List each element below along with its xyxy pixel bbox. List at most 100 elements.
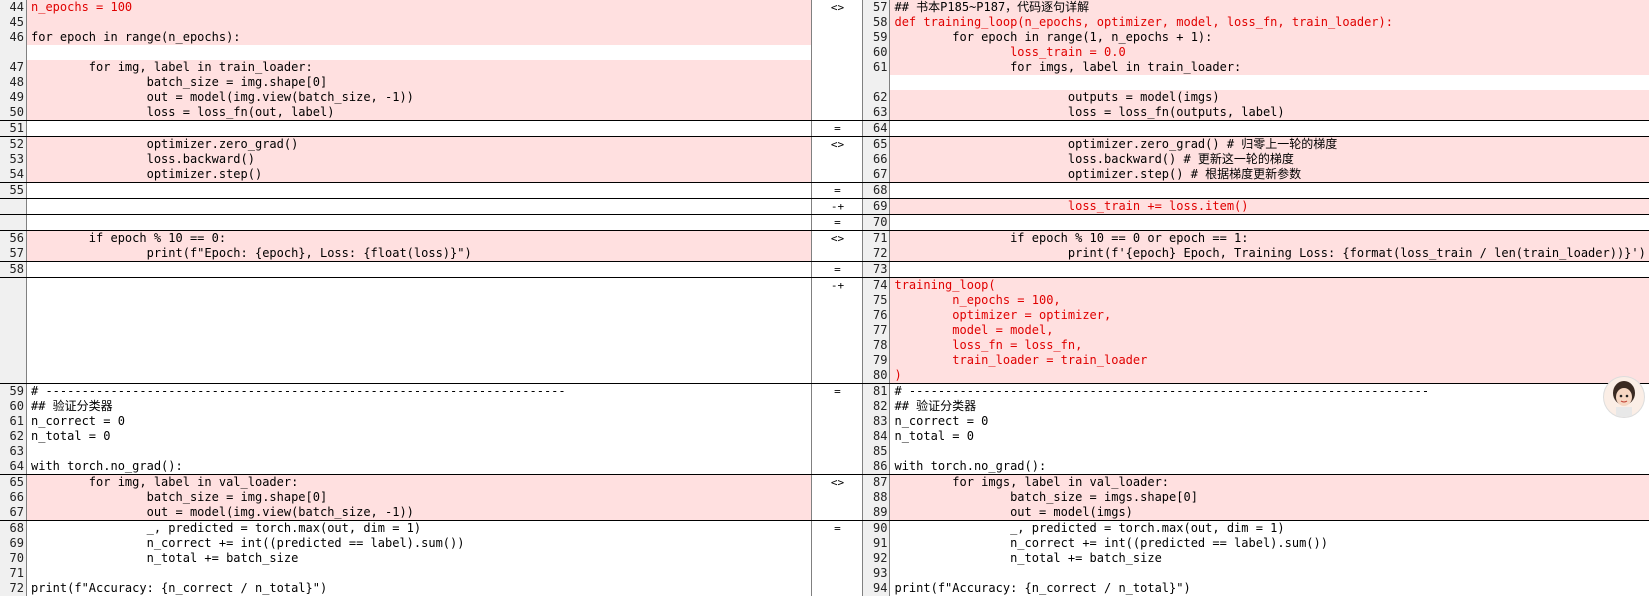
diff-marker[interactable] — [811, 75, 864, 90]
code-line[interactable]: print(f"Epoch: {epoch}, Loss: {float(los… — [27, 246, 812, 261]
code-line[interactable]: print(f"Accuracy: {n_correct / n_total}"… — [27, 581, 811, 596]
left-pane-line[interactable]: 65 for img, label in val_loader: — [0, 475, 812, 490]
diff-marker[interactable] — [811, 30, 864, 45]
diff-marker[interactable] — [811, 90, 864, 105]
left-pane-line[interactable]: 52 optimizer.zero_grad() — [0, 137, 812, 152]
left-pane-line[interactable]: 49 out = model(img.view(batch_size, -1)) — [0, 90, 812, 105]
left-pane-line[interactable]: 51 — [0, 121, 811, 136]
right-pane-line[interactable]: 94 print(f"Accuracy: {n_correct / n_total… — [863, 581, 1649, 596]
diff-marker[interactable] — [811, 399, 864, 414]
right-pane-line[interactable]: 67 optimizer.step() # 根据梯度更新参数 — [863, 167, 1649, 182]
diff-marker[interactable] — [811, 308, 864, 323]
left-pane-line[interactable]: 70 n_total += batch_size — [0, 551, 811, 566]
diff-marker[interactable]: <> — [811, 0, 864, 15]
code-line[interactable]: n_total = 0 — [27, 429, 811, 444]
code-line[interactable]: ) — [890, 368, 1649, 383]
code-line[interactable]: for img, label in val_loader: — [27, 475, 812, 490]
assistant-avatar-icon[interactable] — [1603, 376, 1645, 418]
left-pane-line[interactable]: 46 for epoch in range(n_epochs): — [0, 30, 812, 45]
left-pane-line[interactable] — [0, 199, 812, 214]
code-line[interactable] — [890, 121, 1649, 136]
code-line[interactable]: def training_loop(n_epochs, optimizer, m… — [890, 15, 1649, 30]
code-line[interactable]: for epoch in range(1, n_epochs + 1): — [890, 30, 1649, 45]
left-pane-line[interactable] — [0, 338, 812, 353]
right-pane-line[interactable]: 88 batch_size = imgs.shape[0] — [863, 490, 1649, 505]
diff-marker[interactable]: -+ — [811, 199, 864, 214]
diff-marker[interactable] — [811, 581, 864, 596]
right-pane-line[interactable]: 64 — [863, 121, 1649, 136]
diff-marker[interactable]: = — [811, 215, 864, 230]
code-line[interactable]: n_correct = 0 — [27, 414, 811, 429]
right-pane-line[interactable]: 63 loss = loss_fn(outputs, label) — [863, 105, 1649, 120]
right-pane-line[interactable]: 58 def training_loop(n_epochs, optimizer,… — [863, 15, 1649, 30]
code-line[interactable]: optimizer.zero_grad() — [27, 137, 812, 152]
code-line[interactable]: training_loop( — [890, 278, 1649, 293]
left-pane-line[interactable] — [0, 308, 812, 323]
left-pane-line[interactable]: 44 n_epochs = 100 — [0, 0, 812, 15]
diff-marker[interactable] — [811, 505, 864, 520]
right-pane-line[interactable]: 78 loss_fn = loss_fn, — [863, 338, 1649, 353]
code-line[interactable]: print(f"Accuracy: {n_correct / n_total}"… — [890, 581, 1649, 596]
code-line[interactable]: optimizer = optimizer, — [890, 308, 1649, 323]
diff-marker[interactable] — [811, 338, 864, 353]
right-pane-line[interactable]: 61 for imgs, label in train_loader: — [863, 60, 1649, 75]
diff-marker[interactable]: <> — [811, 137, 864, 152]
diff-marker[interactable] — [811, 152, 864, 167]
left-pane-line[interactable]: 64 with torch.no_grad(): — [0, 459, 811, 474]
left-pane-line[interactable]: 53 loss.backward() — [0, 152, 812, 167]
diff-marker[interactable] — [811, 490, 864, 505]
right-pane-line[interactable]: 80) — [863, 368, 1649, 383]
code-line[interactable] — [27, 45, 811, 60]
code-line[interactable]: batch_size = imgs.shape[0] — [890, 490, 1649, 505]
code-line[interactable]: # --------------------------------------… — [890, 384, 1649, 399]
code-line[interactable]: n_epochs = 100 — [27, 0, 812, 15]
left-pane-line[interactable]: 59 # ------------------------------------… — [0, 384, 811, 399]
left-pane-line[interactable]: 48 batch_size = img.shape[0] — [0, 75, 812, 90]
diff-marker[interactable] — [811, 551, 864, 566]
right-pane-line[interactable]: 66 loss.backward() # 更新这一轮的梯度 — [863, 152, 1649, 167]
code-line[interactable] — [27, 353, 812, 368]
code-line[interactable]: _, predicted = torch.max(out, dim = 1) — [890, 521, 1649, 536]
right-pane-line[interactable]: 90 _, predicted = torch.max(out, dim = 1… — [863, 521, 1649, 536]
left-pane-line[interactable]: 62 n_total = 0 — [0, 429, 811, 444]
right-pane-line[interactable]: 79 train_loader = train_loader — [863, 353, 1649, 368]
code-line[interactable] — [27, 262, 811, 277]
code-line[interactable]: loss_train += loss.item() — [890, 199, 1649, 214]
code-line[interactable] — [27, 323, 812, 338]
code-line[interactable] — [27, 215, 812, 230]
code-line[interactable]: optimizer.zero_grad() # 归零上一轮的梯度 — [890, 137, 1649, 152]
code-line[interactable]: n_epochs = 100, — [890, 293, 1649, 308]
left-pane-line[interactable]: 61 n_correct = 0 — [0, 414, 811, 429]
diff-marker[interactable]: -+ — [811, 278, 864, 293]
code-line[interactable] — [890, 215, 1649, 230]
right-pane-line[interactable]: 77 model = model, — [863, 323, 1649, 338]
code-line[interactable]: loss = loss_fn(out, label) — [27, 105, 812, 120]
right-pane-line[interactable]: 72 print(f'{epoch} Epoch, Training Loss:… — [863, 246, 1649, 261]
left-pane-line[interactable]: 68 _, predicted = torch.max(out, dim = 1… — [0, 521, 811, 536]
diff-marker[interactable] — [811, 246, 864, 261]
left-pane-line[interactable]: 67 out = model(img.view(batch_size, -1)) — [0, 505, 812, 520]
right-pane-line[interactable]: 93 — [863, 566, 1649, 581]
right-pane-line[interactable]: 86 with torch.no_grad(): — [863, 459, 1649, 474]
code-line[interactable]: outputs = model(imgs) — [890, 90, 1649, 105]
code-line[interactable] — [27, 15, 812, 30]
code-line[interactable]: for imgs, label in train_loader: — [890, 60, 1649, 75]
left-pane-line[interactable]: 47 for img, label in train_loader: — [0, 60, 812, 75]
right-pane-line[interactable]: 85 — [863, 444, 1649, 459]
right-pane-line[interactable]: 84 n_total = 0 — [863, 429, 1649, 444]
right-pane-line[interactable]: 82 ## 验证分类器 — [863, 399, 1649, 414]
right-pane-line[interactable]: 91 n_correct += int((predicted == label)… — [863, 536, 1649, 551]
right-pane-line[interactable]: 57 ## 书本P185~P187，代码逐句详解 — [863, 0, 1649, 15]
code-line[interactable]: optimizer.step() — [27, 167, 812, 182]
code-line[interactable]: loss_fn = loss_fn, — [890, 338, 1649, 353]
diff-marker[interactable] — [811, 45, 864, 60]
left-pane-line[interactable]: 69 n_correct += int((predicted == label)… — [0, 536, 811, 551]
right-pane-line[interactable]: 81 # ------------------------------------… — [863, 384, 1649, 399]
diff-marker[interactable] — [811, 60, 864, 75]
code-line[interactable]: # --------------------------------------… — [27, 384, 811, 399]
code-line[interactable] — [27, 183, 811, 198]
code-line[interactable]: if epoch % 10 == 0 or epoch == 1: — [890, 231, 1649, 246]
code-line[interactable]: model = model, — [890, 323, 1649, 338]
left-pane-line[interactable] — [0, 323, 812, 338]
diff-marker[interactable] — [811, 429, 864, 444]
